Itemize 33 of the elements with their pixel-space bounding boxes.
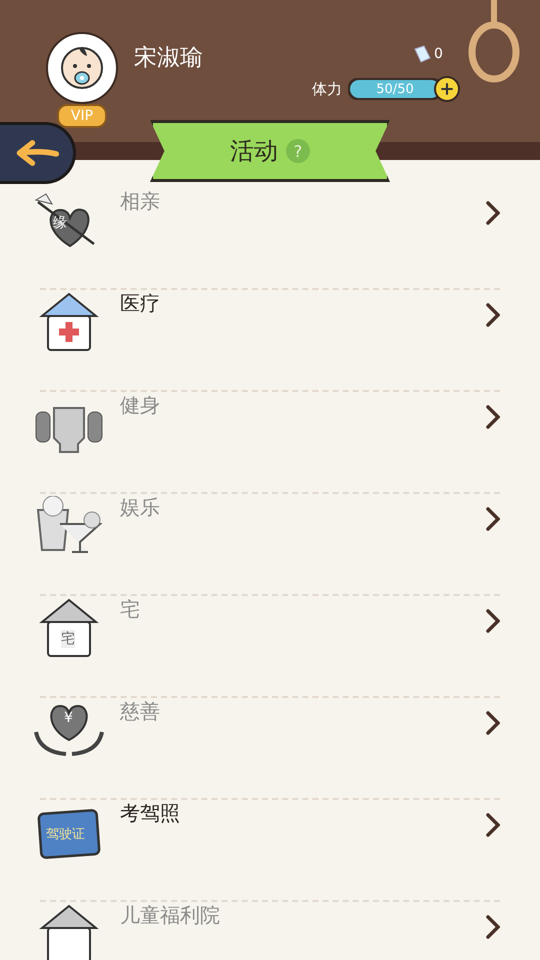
activity-title: 儿童福利院: [120, 902, 221, 929]
chevron-icon: [486, 711, 500, 735]
party-icon: [34, 494, 104, 556]
activity-title: 娱乐: [120, 494, 161, 521]
activity-title: 考驾照: [120, 800, 181, 827]
activity-title: 慈善: [120, 698, 161, 725]
player-name: 宋淑瑜: [134, 44, 203, 73]
activity-title: 健身: [120, 392, 161, 419]
chevron-icon: [486, 813, 500, 837]
activity-title: 相亲: [120, 188, 161, 215]
chevron-icon: [486, 405, 500, 429]
chevron-icon: [486, 303, 500, 327]
icon-label: 宅: [61, 630, 75, 648]
chevron-icon: [486, 201, 500, 225]
stamina-reading: 50/50: [376, 82, 414, 96]
activity-row[interactable]: 驾驶证 考驾照: [40, 800, 500, 902]
ticket-count: 0: [434, 46, 443, 62]
activity-title: 宅: [120, 596, 141, 623]
chevron-icon: [486, 507, 500, 531]
add-stamina-button[interactable]: [434, 76, 460, 102]
vip-badge: VIP: [57, 104, 107, 128]
stamina-label: 体力: [312, 80, 342, 98]
page-title: 活动: [230, 136, 278, 167]
icon-label: ¥: [64, 710, 73, 726]
icon-label: 缘: [53, 214, 67, 232]
ticket-icon: [412, 44, 432, 64]
back-button[interactable]: [0, 122, 76, 184]
chevron-icon: [486, 609, 500, 633]
activity-row[interactable]: 医疗: [40, 290, 500, 392]
icon-label: 驾驶证: [46, 826, 85, 843]
chevron-icon: [486, 915, 500, 939]
plus-icon: [440, 82, 454, 96]
activity-title: 医疗: [120, 290, 161, 317]
